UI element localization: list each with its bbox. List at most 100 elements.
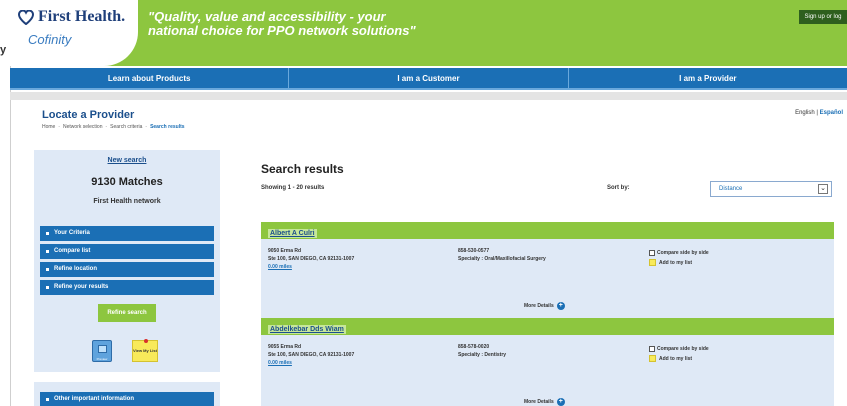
brand-name: First Health. [38, 8, 126, 25]
compare-label: Compare side by side [657, 346, 709, 352]
compare-row: Compare side by side [649, 344, 709, 354]
distance-link[interactable]: 0.00 miles [268, 359, 354, 367]
sticky-note-icon [649, 259, 656, 267]
provider-specialty: Specialty : Oral/Maxillofacial Surgery [458, 256, 546, 262]
heart-icon [18, 9, 34, 25]
sidebar-item-label: Refine your results [54, 284, 109, 290]
sidebar-item-refine-location[interactable]: Refine location [40, 262, 214, 277]
address-line-1: 9055 Erma Rd [268, 344, 302, 350]
sidebar-item-refine-results[interactable]: Refine your results [40, 280, 214, 295]
provider-phone: 858-530-0577 [458, 248, 490, 254]
main-nav: Learn about Products I am a Customer I a… [10, 68, 847, 90]
result-card: Abdelkebar Dds Wiam 9055 Erma Rd Ste 100… [261, 318, 834, 406]
lang-spanish[interactable]: Español [820, 110, 843, 116]
add-list-label: Add to my list [659, 260, 693, 266]
page-title: Locate a Provider [42, 109, 135, 121]
breadcrumb-current: Search results [150, 124, 185, 130]
bullet-icon [46, 232, 49, 235]
results-count: Showing 1 - 20 results [261, 185, 325, 191]
distance-link[interactable]: 0.00 miles [268, 263, 354, 271]
provider-name-link[interactable]: Abdelkebar Dds Wiam [268, 325, 346, 334]
compare-checkbox[interactable] [649, 249, 655, 256]
bullet-icon [46, 250, 49, 253]
sortby-label: Sort by: [607, 185, 630, 191]
sidebar-item-your-criteria[interactable]: Your Criteria [40, 226, 214, 241]
new-search-link[interactable]: New search [34, 157, 220, 164]
address-line-2: Ste 100, SAN DIEGO, CA 92131-1007 [268, 256, 355, 262]
view-my-list-icon[interactable]: View My List [132, 339, 158, 362]
bullet-icon [46, 286, 49, 289]
provider-actions: Compare side by side Add to my list [649, 248, 709, 268]
more-details-label: More Details [524, 399, 554, 405]
provider-specialty: Specialty : Dentistry [458, 352, 507, 358]
address-line-1: 9050 Erma Rd [268, 248, 302, 254]
provider-contact: 858-578-0020 Specialty : Dentistry [458, 343, 506, 359]
language-switch: English | Español [795, 110, 843, 116]
chevron-down-icon[interactable]: ⌄ [818, 184, 828, 194]
breadcrumb-home[interactable]: Home [42, 124, 55, 130]
refine-search-button[interactable]: Refine search [98, 304, 156, 322]
other-info-label: Other important information [54, 396, 134, 402]
compare-label: Compare side by side [657, 250, 709, 256]
address-line-2: Ste 100, SAN DIEGO, CA 92131-1007 [268, 352, 355, 358]
other-info-item[interactable]: Other important information [40, 392, 214, 406]
add-list-label: Add to my list [659, 356, 693, 362]
bullet-icon [46, 397, 49, 401]
tagline: "Quality, value and accessibility - your… [148, 9, 416, 38]
sidebar-item-label: Compare list [54, 248, 91, 254]
sort-value: Distance [719, 186, 743, 192]
breadcrumb-separator: - [58, 124, 61, 130]
provider-address: 9050 Erma Rd Ste 100, SAN DIEGO, CA 9213… [268, 247, 354, 271]
nav-learn-products[interactable]: Learn about Products [10, 68, 290, 88]
logo[interactable]: First Health. Cofinity [10, 0, 138, 66]
stray-mark: y [0, 44, 7, 56]
site-header: First Health. Cofinity "Quality, value a… [10, 0, 847, 66]
breadcrumb: Home - Network selection - Search criter… [42, 124, 185, 130]
breadcrumb-separator: - [105, 124, 108, 130]
sticky-note-icon [649, 355, 656, 363]
add-list-row[interactable]: Add to my list [649, 258, 709, 268]
results-title: Search results [261, 162, 344, 176]
result-card: Albert A Culri 9050 Erma Rd Ste 100, SAN… [261, 222, 834, 318]
breadcrumb-separator: - [145, 124, 148, 130]
provider-phone: 858-578-0020 [458, 344, 490, 350]
add-list-row[interactable]: Add to my list [649, 354, 709, 364]
signup-button[interactable]: Sign up or log [799, 10, 847, 24]
breadcrumb-network[interactable]: Network selection [63, 124, 102, 130]
plus-circle-icon: + [556, 302, 565, 310]
screen-icon [98, 345, 107, 353]
nav-provider[interactable]: I am a Provider [569, 68, 847, 88]
preview-icon[interactable]: Preview [92, 340, 112, 362]
more-details-link[interactable]: More Details + [524, 398, 565, 406]
sidebar-item-label: Your Criteria [54, 230, 90, 236]
provider-name-link[interactable]: Albert A Culri [268, 229, 317, 238]
provider-actions: Compare side by side Add to my list [649, 344, 709, 364]
bullet-icon [46, 268, 49, 271]
provider-address: 9055 Erma Rd Ste 100, SAN DIEGO, CA 9213… [268, 343, 354, 367]
sidebar-lower: Other important information [34, 382, 220, 406]
matches-count: 9130 Matches [91, 176, 163, 188]
preview-icon-label: Preview [96, 357, 108, 361]
network-name: First Health network [93, 198, 161, 205]
result-header: Abdelkebar Dds Wiam [261, 318, 834, 335]
sidebar-menu: Your Criteria Compare list Refine locati… [40, 226, 214, 298]
lang-english[interactable]: English | [795, 110, 818, 116]
compare-checkbox[interactable] [649, 345, 655, 352]
provider-contact: 858-530-0577 Specialty : Oral/Maxillofac… [458, 247, 546, 263]
plus-circle-icon: + [556, 398, 565, 406]
breadcrumb-criteria[interactable]: Search criteria [110, 124, 142, 130]
first-health-logo: First Health. [18, 8, 125, 26]
compare-row: Compare side by side [649, 248, 709, 258]
sidebar: New search 9130 Matches First Health net… [34, 150, 220, 372]
sidebar-item-compare-list[interactable]: Compare list [40, 244, 214, 259]
cofinity-logo: Cofinity [28, 32, 72, 47]
result-header: Albert A Culri [261, 222, 834, 239]
sidebar-item-label: Refine location [54, 266, 98, 272]
more-details-link[interactable]: More Details + [524, 302, 565, 310]
nav-customer[interactable]: I am a Customer [289, 68, 569, 88]
more-details-label: More Details [524, 303, 554, 309]
pin-icon [144, 339, 148, 343]
nav-strip [10, 92, 847, 100]
sort-select[interactable]: Distance ⌄ [710, 181, 832, 197]
view-my-list-label: View My List [133, 348, 157, 353]
